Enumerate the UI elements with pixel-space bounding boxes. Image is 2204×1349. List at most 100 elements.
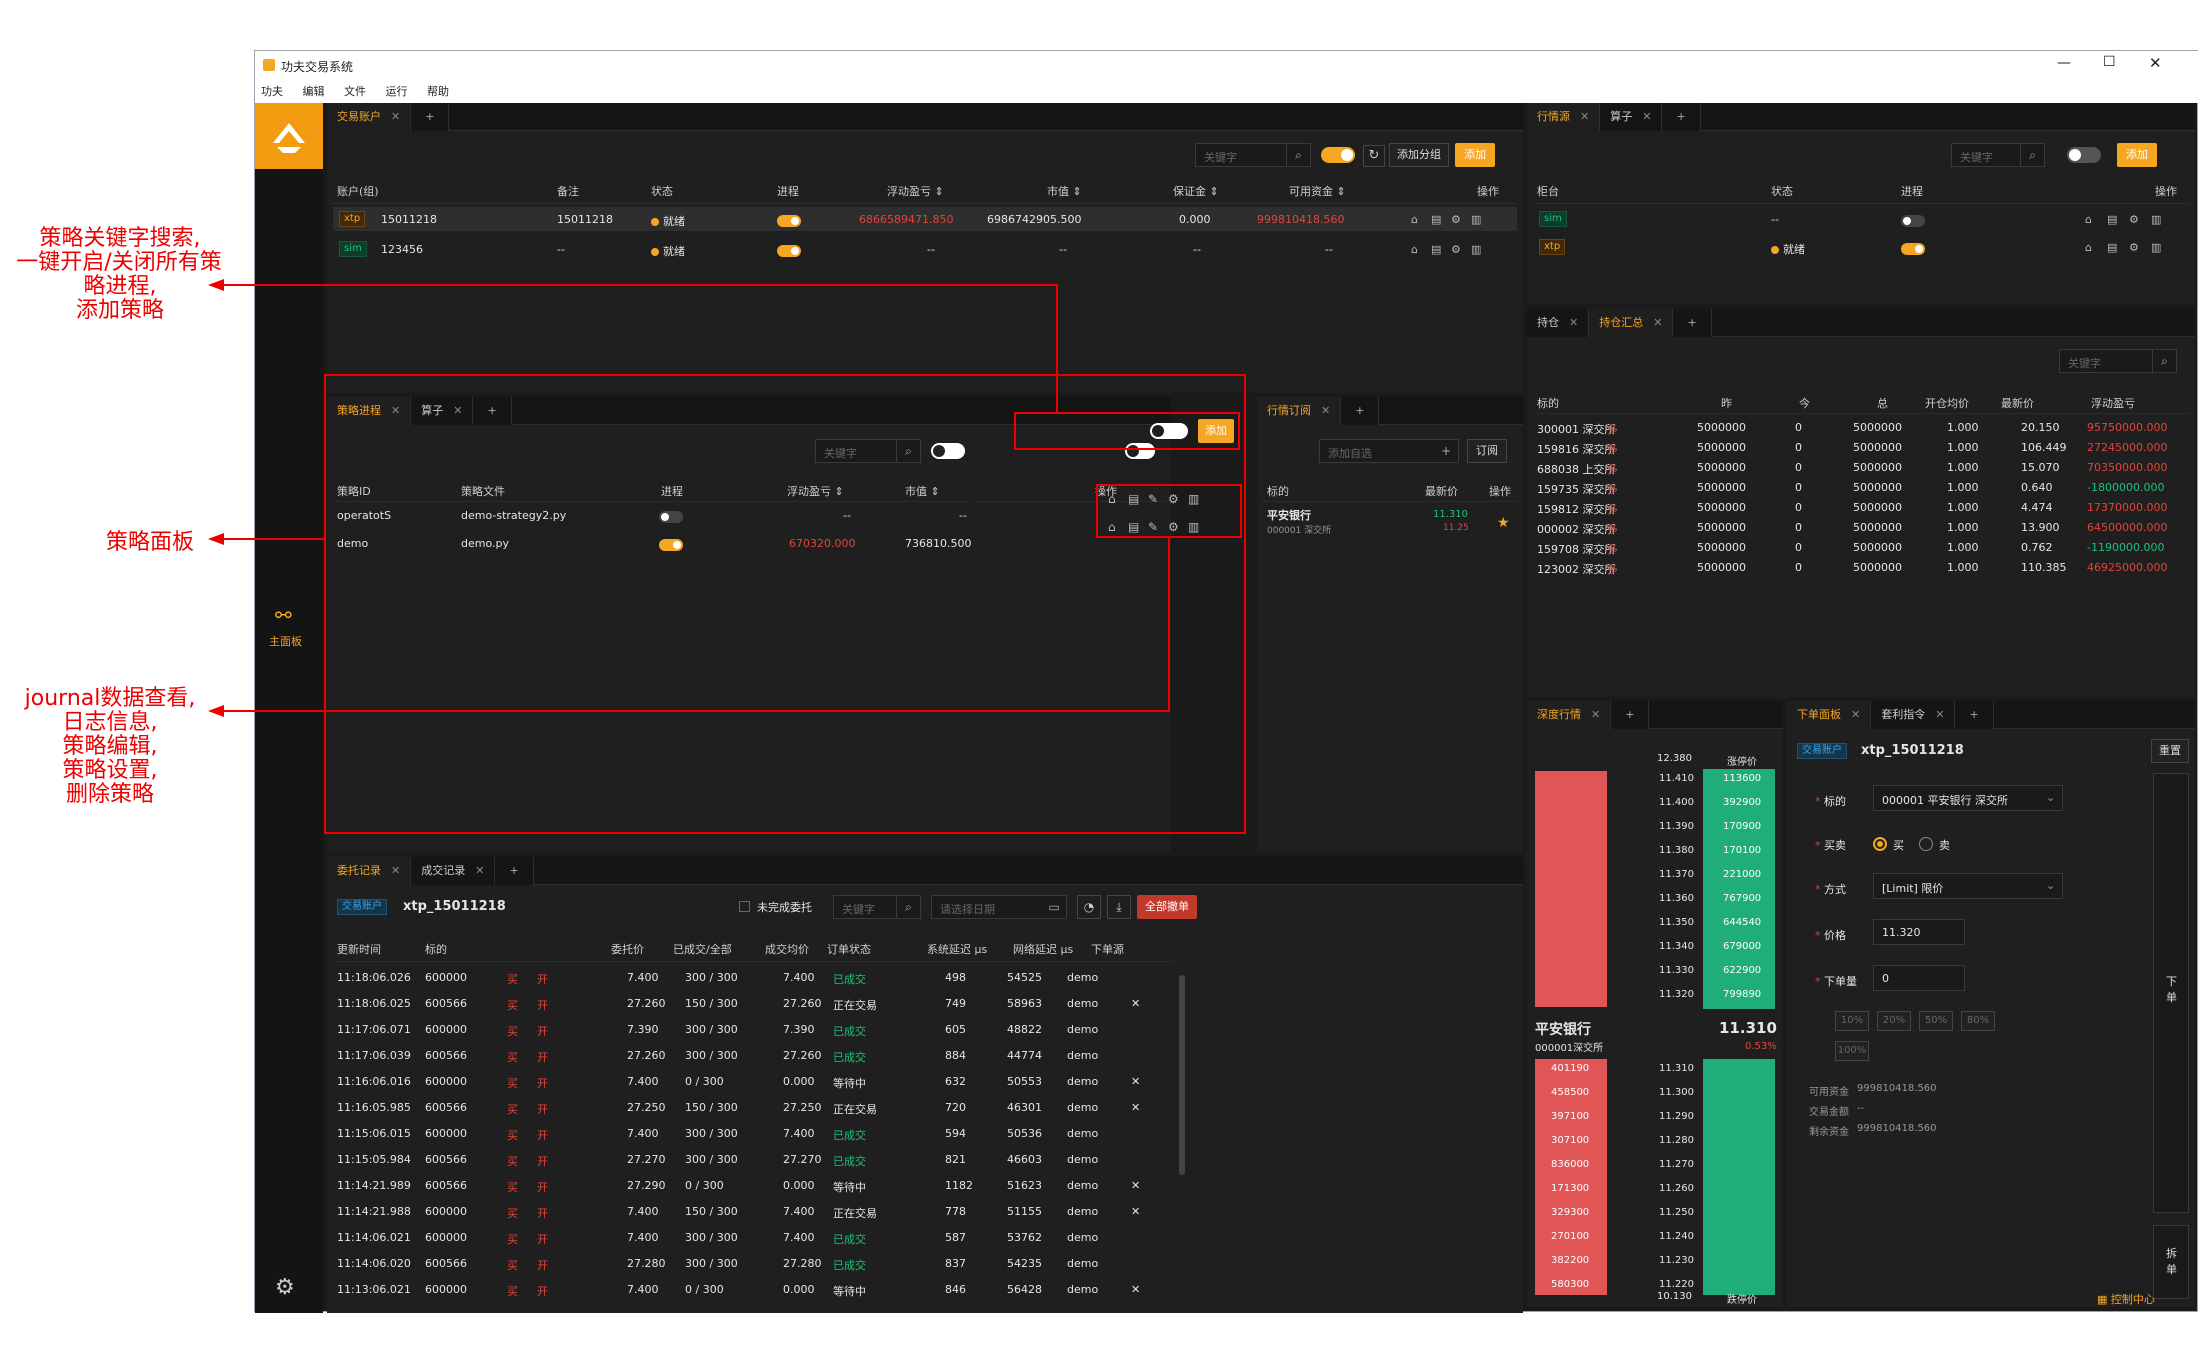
trash-icon[interactable]: ▥ <box>1188 492 1199 506</box>
main-panel-icon[interactable]: ⚯ <box>275 603 292 627</box>
submit-order-button[interactable]: 下单 <box>2153 773 2189 1213</box>
minimize-icon[interactable]: — <box>2057 55 2071 71</box>
col-header[interactable]: 可用资金 ⇕ <box>1289 183 1346 199</box>
all-accounts-toggle[interactable] <box>1321 147 1355 163</box>
tab-order-records[interactable]: 委托记录 ✕ <box>327 857 412 885</box>
col-header[interactable]: 标的 <box>425 941 447 957</box>
position-search[interactable]: 关键字 ⌕ <box>2059 349 2177 373</box>
file-icon[interactable]: ▤ <box>2107 241 2117 254</box>
gear-icon[interactable]: ⚙ <box>1451 243 1461 256</box>
col-header[interactable]: 标的 <box>1537 395 1559 411</box>
add-tab-button[interactable]: + <box>1662 103 1701 131</box>
download-icon[interactable]: ⤓ <box>1107 895 1131 919</box>
tab-trading-accounts[interactable]: 交易账户 ✕ <box>327 103 412 131</box>
bid-price[interactable]: 11.260 <box>1659 1183 1694 1194</box>
tab-trade-records[interactable]: 成交记录 ✕ <box>411 857 496 885</box>
ask-price[interactable]: 11.370 <box>1659 869 1694 880</box>
tab-place-order[interactable]: 下单面板 ✕ <box>1787 701 1872 729</box>
col-header[interactable]: 系统延迟 μs <box>927 941 987 957</box>
star-icon[interactable]: ★ <box>1497 515 1510 531</box>
sell-radio[interactable] <box>1919 837 1933 851</box>
account-search[interactable]: 关键字 ⌕ <box>1195 143 1311 167</box>
ask-price[interactable]: 11.360 <box>1659 893 1694 904</box>
col-header[interactable]: 更新时间 <box>337 941 381 957</box>
pct-button[interactable]: 80% <box>1961 1011 1995 1031</box>
bank-icon[interactable]: ⌂ <box>2085 213 2092 226</box>
col-header[interactable]: 委托价 <box>611 941 644 957</box>
gear-icon[interactable]: ⚙ <box>1168 520 1179 534</box>
ask-price[interactable]: 11.330 <box>1659 965 1694 976</box>
date-picker[interactable]: 请选择日期 ▭ <box>931 895 1067 919</box>
quantity-input[interactable]: 0 <box>1873 965 1965 991</box>
trash-icon[interactable]: ▥ <box>1188 520 1199 534</box>
journal-icon[interactable]: ▤ <box>1128 520 1139 534</box>
add-tab-button[interactable]: + <box>1341 397 1380 425</box>
add-account-button[interactable]: 添加 <box>1455 143 1495 167</box>
gear-icon[interactable]: ⚙ <box>1168 492 1179 506</box>
col-header[interactable]: 开仓均价 <box>1925 395 1969 411</box>
subscribe-button[interactable]: 订阅 <box>1467 439 1507 463</box>
bank-icon[interactable]: ⌂ <box>1411 243 1418 256</box>
pct-button[interactable]: 10% <box>1835 1011 1869 1031</box>
add-tab-button[interactable]: + <box>1611 701 1650 729</box>
all-md-toggle[interactable] <box>2067 147 2101 163</box>
col-header[interactable]: 最新价 <box>2001 395 2034 411</box>
add-watchlist-input[interactable]: 添加自选 + <box>1319 439 1459 463</box>
ask-price[interactable]: 11.380 <box>1659 845 1694 856</box>
tab-arbitrage[interactable]: 套利指令 ✕ <box>1871 701 1956 729</box>
split-order-button[interactable]: 拆单 <box>2153 1225 2189 1299</box>
md-search[interactable]: 关键字 ⌕ <box>1951 143 2045 167</box>
bid-price[interactable]: 11.220 <box>1659 1279 1694 1290</box>
trash-icon[interactable]: ▥ <box>1471 243 1481 256</box>
menu-item[interactable]: 文件 <box>344 85 366 98</box>
cancel-order-icon[interactable]: ✕ <box>1131 997 1140 1010</box>
journal-icon[interactable]: ▤ <box>1128 492 1139 506</box>
pct-button[interactable]: 50% <box>1919 1011 1953 1031</box>
order-search[interactable]: 关键字 ⌕ <box>833 895 921 919</box>
maximize-icon[interactable]: ☐ <box>2103 54 2116 70</box>
process-toggle[interactable] <box>777 245 801 257</box>
close-icon[interactable]: ✕ <box>2149 54 2162 72</box>
ask-price[interactable]: 11.340 <box>1659 941 1694 952</box>
bid-price[interactable]: 11.270 <box>1659 1159 1694 1170</box>
add-tab-button[interactable]: + <box>495 857 534 885</box>
add-tab-button[interactable]: + <box>411 103 450 131</box>
process-toggle[interactable] <box>1901 243 1925 255</box>
file-icon[interactable]: ▤ <box>2107 213 2117 226</box>
file-icon[interactable]: ▤ <box>1431 213 1441 226</box>
tab-operators[interactable]: 算子 ✕ <box>1600 103 1663 131</box>
menu-item[interactable]: 编辑 <box>303 85 325 98</box>
process-toggle[interactable] <box>777 215 801 227</box>
price-input[interactable]: 11.320 <box>1873 919 1965 945</box>
col-header[interactable]: 网络延迟 μs <box>1013 941 1073 957</box>
trash-icon[interactable]: ▥ <box>2151 241 2161 254</box>
tab-position-summary[interactable]: 持仓汇总 ✕ <box>1589 309 1674 337</box>
cancel-all-button[interactable]: 全部撤单 <box>1137 895 1197 919</box>
bid-price[interactable]: 11.230 <box>1659 1255 1694 1266</box>
tab-md-sources[interactable]: 行情源 ✕ <box>1527 103 1601 131</box>
trash-icon[interactable]: ▥ <box>2151 213 2161 226</box>
col-header[interactable]: 保证金 ⇕ <box>1173 183 1219 199</box>
bank-icon[interactable]: ⌂ <box>2085 241 2092 254</box>
tab-depth-md[interactable]: 深度行情 ✕ <box>1527 701 1612 729</box>
ask-price[interactable]: 11.400 <box>1659 797 1694 808</box>
col-header[interactable]: 成交均价 <box>765 941 809 957</box>
strategy-add-button[interactable]: 添加 <box>1198 419 1234 443</box>
bank-icon[interactable]: ⌂ <box>1411 213 1418 226</box>
tab-md-subscribe[interactable]: 行情订阅 ✕ <box>1257 397 1342 425</box>
cancel-order-icon[interactable]: ✕ <box>1131 1101 1140 1114</box>
refresh-icon[interactable]: ↻ <box>1363 145 1385 167</box>
menu-item[interactable]: 功夫 <box>261 85 283 98</box>
bid-price[interactable]: 11.240 <box>1659 1231 1694 1242</box>
col-header[interactable]: 今 <box>1799 395 1810 411</box>
bank-icon[interactable]: ⌂ <box>1108 492 1116 506</box>
reset-button[interactable]: 重置 <box>2151 739 2189 763</box>
cancel-order-icon[interactable]: ✕ <box>1131 1283 1140 1296</box>
bid-price[interactable]: 11.310 <box>1659 1063 1694 1074</box>
order-type-select[interactable]: [Limit] 限价 ⌄ <box>1873 873 2063 899</box>
history-icon[interactable]: ◔ <box>1077 895 1101 919</box>
main-panel-label[interactable]: 主面板 <box>269 633 302 649</box>
scrollbar[interactable] <box>1179 975 1185 1175</box>
menu-item[interactable]: 运行 <box>386 85 408 98</box>
cancel-order-icon[interactable]: ✕ <box>1131 1179 1140 1192</box>
